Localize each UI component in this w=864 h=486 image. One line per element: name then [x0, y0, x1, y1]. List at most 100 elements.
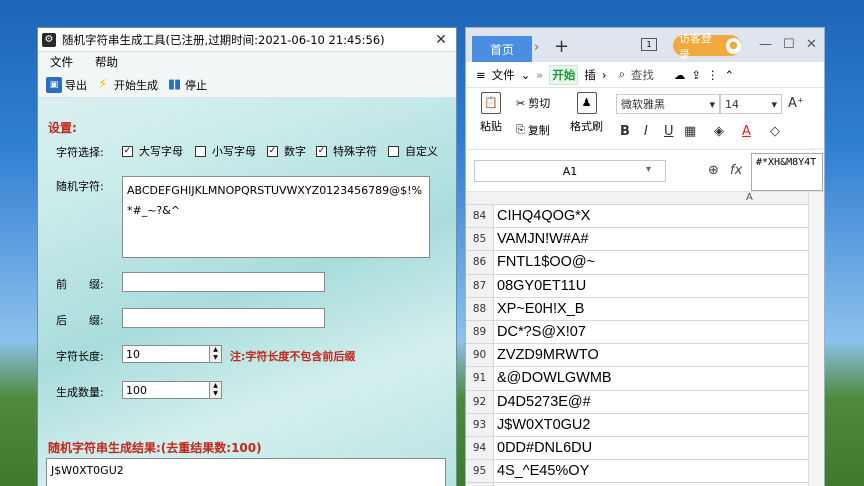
underline-icon[interactable]: U [664, 124, 674, 139]
tab-start[interactable]: 开始 [549, 64, 579, 85]
chevron-down-icon[interactable]: ▾ [646, 164, 651, 175]
result-heading: 随机字符串生成结果:(去重结果数:100) [48, 441, 262, 455]
row-number[interactable]: 92 [466, 390, 494, 413]
dropdown-icon: ▾ [709, 97, 715, 111]
stepper-arrows-icon[interactable]: ▲ ▼ [210, 345, 222, 363]
brush-icon: ♟ [576, 92, 597, 114]
cell[interactable]: &@DOWLGWMB [494, 367, 810, 390]
search-label[interactable]: 查找 [631, 67, 654, 83]
lightning-icon: ⚡ [98, 77, 108, 92]
column-a-header[interactable]: A [746, 192, 753, 203]
cell[interactable]: FNTL1$OO@~ [494, 251, 810, 274]
close-icon[interactable]: ✕ [806, 37, 817, 52]
ribbon-tabs: ≡ 文件 ⌄ » 开始 插 › ⌕ 查找 ☁ ⇪ ⋮ ⌃ [466, 62, 824, 88]
window-switch-icon[interactable]: 1 [641, 38, 657, 51]
menu-file[interactable]: 文件 [492, 67, 515, 83]
length-note: 注:字符长度不包含前后缀 [230, 350, 356, 363]
font-color-icon[interactable]: A [742, 124, 751, 139]
cell[interactable]: 0DD#DNL6DU [494, 436, 810, 460]
chevron-down-icon[interactable]: ⌄ [521, 68, 531, 82]
row-number[interactable]: 94 [466, 436, 494, 460]
table-row: 87 08GY0ET11U [466, 274, 824, 298]
start-generate-button[interactable]: ⚡ 开始生成 [95, 77, 158, 93]
maximize-icon[interactable]: ☐ [783, 37, 795, 52]
row-number[interactable]: 85 [466, 228, 494, 251]
more-icon[interactable]: ⋮ [707, 68, 719, 82]
cell[interactable]: DC*?S@X!07 [494, 320, 810, 344]
copy-label: 复制 [527, 124, 550, 137]
row-number[interactable]: 84 [466, 205, 494, 228]
chevron-right-icon[interactable]: › [602, 68, 607, 82]
cell[interactable]: D4D5273E@# [494, 390, 810, 413]
prefix-input[interactable] [122, 272, 325, 292]
italic-icon[interactable]: I [644, 124, 648, 139]
length-stepper[interactable]: 10 ▲ ▼ [122, 345, 222, 363]
share-icon[interactable]: ⇪ [691, 68, 701, 82]
suffix-input[interactable] [122, 308, 325, 328]
font-size-select[interactable]: 14 ▾ [720, 94, 782, 114]
cell[interactable]: VAMJN!W#A# [494, 228, 810, 251]
result-textarea[interactable]: J$W0XT0GU2 [46, 458, 446, 486]
increase-font-icon[interactable]: A⁺ [788, 96, 804, 111]
double-chevron-icon[interactable]: » [536, 68, 543, 82]
chevron-right-icon[interactable]: › [534, 40, 539, 55]
length-value[interactable]: 10 [122, 345, 210, 363]
row-number[interactable]: 93 [466, 413, 494, 436]
border-icon[interactable]: ▦ [684, 124, 696, 139]
guest-login-button[interactable]: 访客登录 ● [673, 32, 741, 61]
close-icon[interactable]: ✕ [426, 32, 456, 48]
export-button[interactable]: ▣ 导出 [46, 76, 87, 93]
checkbox-lowercase[interactable]: 小写字母 [195, 143, 256, 159]
start-label: 开始生成 [114, 78, 158, 92]
row-number[interactable]: 89 [466, 320, 494, 344]
cell[interactable]: XP~E0H!X_B [494, 297, 810, 320]
search-icon[interactable]: ⌕ [618, 67, 624, 82]
vertical-scrollbar[interactable] [808, 192, 824, 486]
format-painter-button[interactable]: ♟ 格式刷 [570, 92, 603, 134]
checkbox-special[interactable]: ✓ 特殊字符 [316, 143, 377, 159]
settings-heading: 设置: [48, 121, 77, 135]
font-family-select[interactable]: 微软雅黑 ▾ [616, 94, 720, 114]
copy-button[interactable]: ⎘ 复制 [516, 122, 550, 138]
fill-color-icon[interactable]: ◈ [714, 124, 724, 139]
row-number[interactable]: 90 [466, 344, 494, 367]
random-chars-textarea[interactable]: ABCDEFGHIJKLMNOPQRSTUVWXYZ0123456789@$!%… [122, 176, 430, 258]
row-number[interactable]: 86 [466, 251, 494, 274]
checkbox-uppercase[interactable]: ✓ 大写字母 [122, 143, 183, 159]
formula-input[interactable]: #*XH&M8Y4T [751, 153, 823, 191]
row-number[interactable]: 87 [466, 274, 494, 297]
count-value[interactable]: 100 [122, 381, 210, 399]
cut-button[interactable]: ✂ 剪切 [516, 95, 550, 111]
clear-format-icon[interactable]: ◇ [770, 124, 780, 139]
clipboard-icon: 📋 [481, 92, 501, 114]
cell[interactable]: CIHQ4QOG*X [494, 205, 810, 228]
menu-file[interactable]: 文件 [50, 54, 73, 70]
stepper-arrows-icon[interactable]: ▲ ▼ [210, 381, 222, 399]
zoom-icon[interactable]: ⊕ [708, 163, 719, 178]
checkbox-digits[interactable]: ✓ 数字 [267, 143, 306, 159]
save-icon: ▣ [46, 76, 62, 93]
checkbox-custom[interactable]: 自定义 [388, 143, 438, 159]
tab-home[interactable]: 首页 [472, 36, 532, 62]
minimize-icon[interactable]: — [759, 37, 772, 52]
collapse-icon[interactable]: ⌃ [725, 68, 735, 82]
row-number[interactable]: 88 [466, 297, 494, 320]
paste-button[interactable]: 📋 粘贴 [480, 92, 502, 134]
fx-icon[interactable]: fx [730, 163, 742, 178]
cell[interactable]: J$W0XT0GU2 [494, 413, 810, 436]
row-number[interactable]: 91 [466, 367, 494, 390]
hamburger-icon[interactable]: ≡ [476, 68, 486, 82]
cell[interactable]: ZVZD9MRWTO [494, 344, 810, 367]
bold-icon[interactable]: B [620, 124, 630, 139]
cell[interactable]: 08GY0ET11U [494, 274, 810, 297]
cloud-icon[interactable]: ☁ [674, 68, 686, 82]
count-stepper[interactable]: 100 ▲ ▼ [122, 381, 222, 399]
stop-button[interactable]: ▮▮ 停止 [166, 77, 207, 93]
name-box[interactable]: A1 [474, 160, 666, 182]
cell[interactable]: 4S_^E45%OY [494, 460, 810, 483]
row-number[interactable]: 95 [466, 460, 494, 483]
menu-help[interactable]: 帮助 [95, 54, 118, 70]
tab-insert[interactable]: 插 [584, 67, 596, 83]
dropdown-icon: ▾ [771, 97, 777, 111]
new-tab-icon[interactable]: + [554, 36, 569, 57]
